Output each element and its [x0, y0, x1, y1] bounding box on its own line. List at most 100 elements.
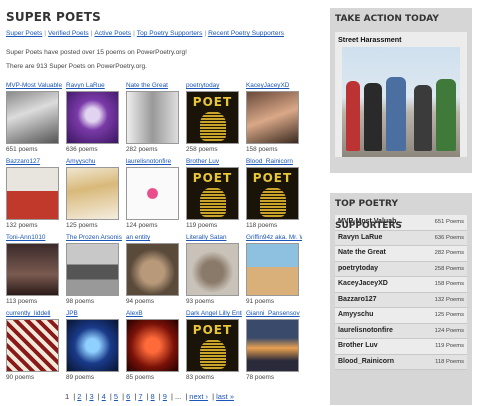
subnav-verified-poets[interactable]: Verified Poets [48, 30, 89, 37]
poet-avatar[interactable] [246, 319, 299, 372]
page-link[interactable]: 9 [163, 392, 167, 401]
poem-count: 83 poems [186, 374, 215, 381]
supporter-name[interactable]: laurelisnotonfire [338, 327, 393, 335]
subnav-super-poets[interactable]: Super Poets [6, 30, 42, 37]
poet-name-link[interactable]: currently_liddell [6, 310, 62, 318]
poet-avatar[interactable] [66, 319, 119, 372]
supporter-poem-count: 636 Poems [434, 234, 464, 241]
poet-avatar[interactable] [126, 167, 179, 220]
supporter-row[interactable]: Bazzaro127 132 Poems [335, 292, 467, 308]
poet-avatar[interactable]: POET [186, 319, 239, 372]
page-link[interactable]: 6 [126, 392, 130, 401]
poet-logo-text: POET [192, 322, 233, 337]
poet-name-link[interactable]: Ravyn LaRue [66, 82, 122, 90]
supporter-name[interactable]: Ravyn LaRue [338, 234, 382, 242]
poem-count: 89 poems [66, 374, 95, 381]
supporter-name[interactable]: Nate the Great [338, 249, 386, 257]
page-link[interactable]: 5 [114, 392, 118, 401]
page-ellipsis: ... [174, 392, 182, 401]
poet-avatar[interactable] [126, 319, 179, 372]
poet-card: The Prozen Arsonist 98 poems [66, 234, 126, 305]
poet-head-graphic [199, 338, 226, 369]
poet-avatar[interactable]: POET [246, 167, 299, 220]
poet-avatar[interactable]: POET [186, 91, 239, 144]
poet-card: Literally Satan 93 poems [186, 234, 246, 305]
poet-name-link[interactable]: KaceyJaceyXD [246, 82, 302, 90]
poet-avatar[interactable] [66, 91, 119, 144]
supporter-name[interactable]: Blood_Rainicorn [338, 358, 394, 366]
poet-avatar[interactable] [66, 167, 119, 220]
poet-avatar[interactable] [6, 319, 59, 372]
poet-name-link[interactable]: The Prozen Arsonist [66, 234, 122, 242]
supporter-row[interactable]: Brother Luv 119 Poems [335, 339, 467, 355]
page-link[interactable]: 2 [77, 392, 81, 401]
take-action-photo[interactable] [342, 47, 460, 157]
poet-name-link[interactable]: Gianni_Pansensov [246, 310, 302, 318]
poet-head-graphic [199, 110, 226, 141]
supporter-row[interactable]: KaceyJaceyXD 158 Poems [335, 277, 467, 293]
take-action-card[interactable]: Street Harassment [335, 32, 467, 157]
poet-avatar[interactable] [246, 91, 299, 144]
pagination: 1 | 2 | 3 | 4 | 5 | 6 | 7 | 8 | 9 |... | next › |… [65, 392, 235, 401]
subnav-top-poetry-supporters[interactable]: Top Poetry Supporters [137, 30, 203, 37]
poet-avatar[interactable] [126, 91, 179, 144]
poet-name-link[interactable]: Literally Satan [186, 234, 242, 242]
poet-name-link[interactable]: an entity [126, 234, 182, 242]
poet-head-graphic [259, 186, 286, 217]
super-poets-description: Super Poets have posted over 15 poems on… [6, 49, 187, 56]
poet-avatar[interactable]: POET [186, 167, 239, 220]
poet-card: MVP-Most Valuable 651 poems [6, 82, 66, 153]
supporter-poem-count: 258 Poems [434, 265, 464, 272]
page-link[interactable]: 7 [138, 392, 142, 401]
supporter-row[interactable]: Nate the Great 282 Poems [335, 246, 467, 262]
poet-name-link[interactable]: laurelisnotonfire [126, 158, 182, 166]
poet-logo-text: POET [192, 170, 233, 185]
poet-name-link[interactable]: Brother Luv [186, 158, 242, 166]
supporter-row[interactable]: Blood_Rainicorn 118 Poems [335, 354, 467, 370]
take-action-subtitle[interactable]: Street Harassment [338, 35, 464, 44]
poet-avatar[interactable] [186, 243, 239, 296]
poet-card: an entity 94 poems [126, 234, 186, 305]
poet-avatar[interactable] [6, 167, 59, 220]
page-link[interactable]: 3 [89, 392, 93, 401]
poet-avatar[interactable] [6, 91, 59, 144]
poet-name-link[interactable]: AlexB [126, 310, 182, 318]
supporter-row[interactable]: laurelisnotonfire 124 Poems [335, 323, 467, 339]
supporters-list: MVP-Most Valuab... 651 Poems Ravyn LaRue 63… [335, 215, 467, 370]
poet-name-link[interactable]: Toni-Ann1010 [6, 234, 62, 242]
supporter-name[interactable]: Amyyschu [338, 311, 373, 319]
supporter-row[interactable]: poetrytoday 258 Poems [335, 261, 467, 277]
poet-card: AlexB 85 poems [126, 310, 186, 381]
poet-name-link[interactable]: JPB [66, 310, 122, 318]
poet-card: Gianni_Pansensov 78 poems [246, 310, 306, 381]
next-page-link[interactable]: next › [189, 392, 208, 401]
poet-logo-text: POET [252, 170, 293, 185]
poet-name-link[interactable]: Dark Angel Lilly Entity [186, 310, 242, 318]
page-link[interactable]: 4 [102, 392, 106, 401]
supporter-name[interactable]: poetrytoday [338, 265, 378, 273]
poem-count: 90 poems [6, 374, 35, 381]
poet-avatar[interactable] [66, 243, 119, 296]
supporter-name[interactable]: KaceyJaceyXD [338, 280, 388, 288]
poet-avatar[interactable] [246, 243, 299, 296]
supporter-name[interactable]: Brother Luv [338, 342, 378, 350]
subnav-recent-poetry-supporters[interactable]: Recent Poetry Supporters [208, 30, 284, 37]
last-page-link[interactable]: last » [216, 392, 234, 401]
poet-name-link[interactable]: Griffin94z aka. Mr. Warlow [246, 234, 302, 242]
poet-name-link[interactable]: poetrytoday [186, 82, 242, 90]
poem-count: 78 poems [246, 374, 275, 381]
poem-count: 651 poems [6, 146, 38, 153]
supporter-name[interactable]: MVP-Most Valuab... [338, 218, 402, 226]
poet-name-link[interactable]: MVP-Most Valuable [6, 82, 62, 90]
poet-avatar[interactable] [126, 243, 179, 296]
subnav-active-poets[interactable]: Active Poets [94, 30, 131, 37]
page-link[interactable]: 8 [151, 392, 155, 401]
supporter-row[interactable]: Amyyschu 125 Poems [335, 308, 467, 324]
poet-name-link[interactable]: Amyyschu [66, 158, 122, 166]
poet-name-link[interactable]: Bazzaro127 [6, 158, 62, 166]
page-title: SUPER POETS [6, 10, 102, 24]
supporter-name[interactable]: Bazzaro127 [338, 296, 377, 304]
poet-avatar[interactable] [6, 243, 59, 296]
poet-name-link[interactable]: Nate the Great [126, 82, 182, 90]
poet-name-link[interactable]: Blood_Rainicorn [246, 158, 302, 166]
